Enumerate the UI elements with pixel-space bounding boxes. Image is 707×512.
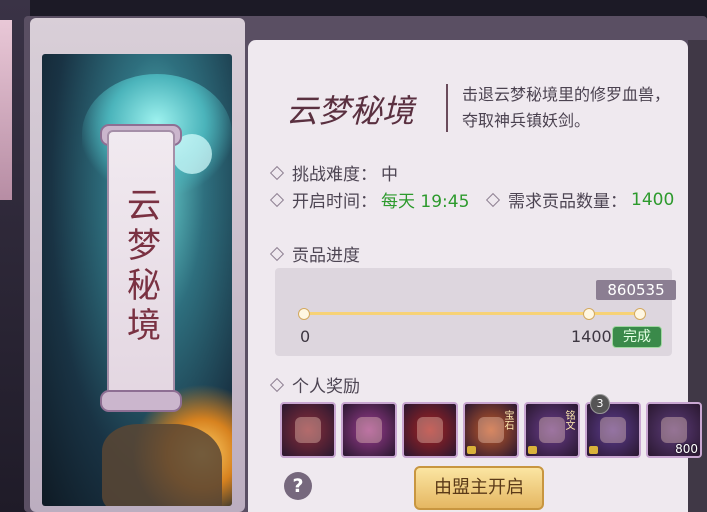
- orb-icon: [661, 417, 687, 443]
- bullet-icon: [269, 165, 285, 180]
- open-time-value: 每天 19:45: [381, 192, 470, 212]
- progress-end-knob: [634, 308, 646, 320]
- lock-icon: [467, 446, 476, 454]
- bullet-icon: [269, 246, 285, 261]
- progress-min: 0: [300, 327, 311, 346]
- bullet-icon: [485, 192, 501, 207]
- rewards-header: 个人奖励: [269, 372, 360, 397]
- lock-icon: [589, 446, 598, 454]
- required-label: 需求贡品数量：: [508, 192, 627, 212]
- scroll-bottom-cap: [100, 390, 182, 412]
- crystal-icon: [356, 417, 382, 443]
- dungeon-description: 击退云梦秘境里的修罗血兽，夺取神兵镇妖剑。: [462, 85, 671, 130]
- difficulty-row: 挑战难度： 中: [269, 160, 398, 185]
- progress-header: 贡品进度: [269, 241, 360, 266]
- reward-tag: 铭文: [563, 410, 574, 430]
- progress-bar: [298, 308, 646, 320]
- reward-list: 宝石 铭文 800: [280, 402, 702, 458]
- reward-slot[interactable]: [280, 402, 336, 458]
- progress-start-knob: [298, 308, 310, 320]
- open-time-row: 开启时间： 每天 19:45: [269, 187, 470, 212]
- lock-icon: [528, 446, 537, 454]
- reward-slot[interactable]: 800: [646, 402, 702, 458]
- required-row: 需求贡品数量： 1400: [485, 187, 675, 212]
- difficulty-label: 挑战难度：: [292, 165, 377, 185]
- dungeon-title: 云梦秘境: [286, 92, 415, 130]
- reward-slot[interactable]: [402, 402, 458, 458]
- progress-current: 860535: [596, 280, 676, 300]
- card-title: 云梦秘境: [120, 187, 161, 347]
- staff-icon: [295, 417, 321, 443]
- progress-milestone-knob: [583, 308, 595, 320]
- bullet-icon: [269, 192, 285, 207]
- complete-badge: 完成: [612, 326, 662, 348]
- required-value: 1400: [631, 189, 675, 210]
- progress-label: 贡品进度: [292, 246, 360, 266]
- reward-slot[interactable]: 铭文: [524, 402, 580, 458]
- bullet-icon: [269, 377, 285, 392]
- sword-icon: [417, 417, 443, 443]
- reward-count-badge: 3: [590, 394, 610, 414]
- reward-tag: 宝石: [502, 410, 513, 430]
- reward-quantity: 800: [675, 442, 698, 456]
- progress-max: 1400: [571, 327, 612, 346]
- difficulty-value: 中: [381, 165, 398, 185]
- rewards-label: 个人奖励: [292, 377, 360, 397]
- chest-icon: [600, 417, 626, 443]
- header-divider: [446, 84, 448, 132]
- leader-open-button[interactable]: 由盟主开启: [414, 466, 544, 510]
- help-button[interactable]: ?: [284, 472, 312, 500]
- reward-slot[interactable]: [341, 402, 397, 458]
- open-time-label: 开启时间：: [292, 192, 377, 212]
- reward-slot[interactable]: 宝石: [463, 402, 519, 458]
- title-scroll: 云梦秘境: [107, 130, 175, 404]
